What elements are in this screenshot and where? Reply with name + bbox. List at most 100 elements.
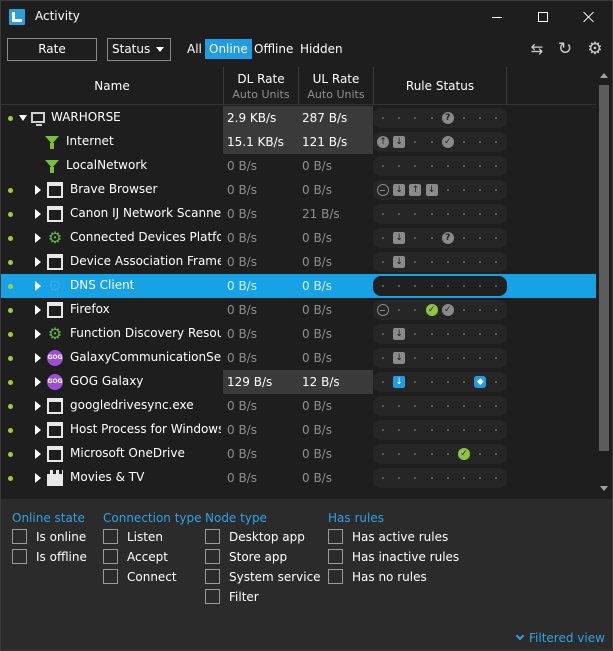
rule-status-cell[interactable]: ✓ xyxy=(373,444,507,464)
table-row[interactable]: GOG GalaxyCommunicationServic 0 B/s 0 B/s ↓ xyxy=(1,346,596,370)
expand-closed-icon[interactable] xyxy=(35,377,41,387)
dl-rate-cell: 129 B/s xyxy=(223,370,298,394)
table-row[interactable]: GOG GOG Galaxy 129 B/s 12 B/s ↓ ◆ xyxy=(1,370,596,394)
rule-status-cell[interactable] xyxy=(373,156,507,176)
expand-closed-icon[interactable] xyxy=(35,329,41,339)
table-row[interactable]: WARHORSE 2.9 KB/s 287 B/s? xyxy=(1,106,596,130)
rule-status-cell[interactable] xyxy=(373,276,507,296)
online-status-dot xyxy=(8,308,13,313)
filter-checkbox-listen[interactable]: Listen xyxy=(103,529,202,547)
filter-checkbox-is-offline[interactable]: Is offline xyxy=(12,549,87,567)
rule-status-slot xyxy=(425,158,439,174)
table-row[interactable]: Firefox 0 B/s 0 B/s ✓ ✓ xyxy=(1,298,596,322)
table-row[interactable]: Host Process for Windows S 0 B/s 0 B/s xyxy=(1,418,596,442)
rule-status-cell[interactable]: ✓ ✓ xyxy=(373,300,507,320)
rule-status-cell[interactable]: ↓? xyxy=(373,228,507,248)
checkbox[interactable] xyxy=(103,569,118,584)
checkbox[interactable] xyxy=(328,569,343,584)
table-row[interactable]: Internet 15.1 KB/s 121 B/s ↑ ↓ ✓ xyxy=(1,130,596,154)
table-row[interactable]: Brave Browser 0 B/s 0 B/s ↓ ↑ ↓ xyxy=(1,178,596,202)
expand-closed-icon[interactable] xyxy=(35,473,41,483)
collapse-all-icon[interactable]: ⇆ xyxy=(527,39,547,59)
filter-checkbox-store-app[interactable]: Store app xyxy=(205,549,321,567)
rule-status-cell[interactable] xyxy=(373,204,507,224)
rule-status-slot xyxy=(441,158,455,174)
filter-checkbox-desktop-app[interactable]: Desktop app xyxy=(205,529,321,547)
rate-button[interactable]: Rate xyxy=(7,38,97,61)
expand-closed-icon[interactable] xyxy=(35,425,41,435)
rule-status-cell[interactable] xyxy=(373,420,507,440)
table-row[interactable]: ⚙ Connected Devices Platform 0 B/s 0 B/s ↓? xyxy=(1,226,596,250)
checkbox[interactable] xyxy=(205,529,220,544)
filter-tab-online[interactable]: Online xyxy=(205,39,252,59)
checkbox[interactable] xyxy=(205,549,220,564)
column-header-name[interactable]: Name xyxy=(1,67,223,105)
filter-checkbox-filter[interactable]: Filter xyxy=(205,589,321,607)
minimize-button[interactable] xyxy=(474,1,520,33)
table-row[interactable]: googledrivesync.exe 0 B/s 0 B/s xyxy=(1,394,596,418)
rule-status-cell[interactable]: ↓ xyxy=(373,324,507,344)
scroll-down-icon[interactable] xyxy=(600,486,608,491)
settings-gear-icon[interactable]: ⚙ xyxy=(585,39,605,59)
filter-checkbox-system-service[interactable]: System service xyxy=(205,569,321,587)
rule-status-cell[interactable]: ↓ xyxy=(373,348,507,368)
filter-checkbox-connect[interactable]: Connect xyxy=(103,569,202,587)
rule-status-cell[interactable] xyxy=(373,468,507,488)
rule-status-cell[interactable]: ↓ ◆ xyxy=(373,372,507,392)
checkbox[interactable] xyxy=(205,569,220,584)
expand-open-icon[interactable] xyxy=(19,115,27,121)
close-button[interactable] xyxy=(566,1,612,33)
expand-closed-icon[interactable] xyxy=(35,281,41,291)
column-header-dl-rate[interactable]: DL Rate Auto Units xyxy=(223,67,298,105)
expand-closed-icon[interactable] xyxy=(35,185,41,195)
expand-closed-icon[interactable] xyxy=(35,449,41,459)
expand-closed-icon[interactable] xyxy=(35,353,41,363)
expand-closed-icon[interactable] xyxy=(35,401,41,411)
checkbox[interactable] xyxy=(205,589,220,604)
filter-checkbox-has-active-rules[interactable]: Has active rules xyxy=(328,529,459,547)
expand-closed-icon[interactable] xyxy=(35,305,41,315)
filter-tab-offline[interactable]: Offline xyxy=(250,39,297,59)
filtered-view-toggle[interactable]: Filtered view xyxy=(515,631,605,645)
scroll-up-icon[interactable] xyxy=(600,73,608,78)
filter-checkbox-accept[interactable]: Accept xyxy=(103,549,202,567)
status-dropdown[interactable]: Status xyxy=(107,38,171,61)
rule-status-cell[interactable]: ↑ ↓ ✓ xyxy=(373,132,507,152)
rule-status-cell[interactable] xyxy=(373,396,507,416)
checkbox[interactable] xyxy=(328,549,343,564)
table-row[interactable]: Movies & TV 0 B/s 0 B/s xyxy=(1,466,596,490)
title-bar: Activity xyxy=(1,1,612,33)
column-header-rule-status[interactable]: Rule Status xyxy=(373,67,507,105)
rule-status-cell[interactable]: ↓ xyxy=(373,252,507,272)
expand-closed-icon[interactable] xyxy=(35,209,41,219)
vertical-scrollbar[interactable] xyxy=(596,67,612,498)
rule-status-cell[interactable]: ↓ ↑ ↓ xyxy=(373,180,507,200)
table-row[interactable]: Device Association Framewo 0 B/s 0 B/s ↓ xyxy=(1,250,596,274)
refresh-icon[interactable]: ↻ xyxy=(555,39,575,59)
table-row[interactable]: Canon IJ Network Scanner S 0 B/s 21 B/s xyxy=(1,202,596,226)
expand-closed-icon[interactable] xyxy=(35,233,41,243)
filter-checkbox-has-inactive-rules[interactable]: Has inactive rules xyxy=(328,549,459,567)
maximize-button[interactable] xyxy=(520,1,566,33)
table-row[interactable]: LocalNetwork 0 B/s 0 B/s xyxy=(1,154,596,178)
table-row[interactable]: ⚙ Function Discovery Resourc 0 B/s 0 B/s ↓ xyxy=(1,322,596,346)
expand-closed-icon[interactable] xyxy=(35,257,41,267)
table-row[interactable]: Microsoft OneDrive 0 B/s 0 B/s ✓ xyxy=(1,442,596,466)
empty-slot-dot xyxy=(430,213,433,215)
filter-checkbox-has-no-rules[interactable]: Has no rules xyxy=(328,569,459,587)
filter-checkbox-is-online[interactable]: Is online xyxy=(12,529,87,547)
checkbox[interactable] xyxy=(103,549,118,564)
unknown-rule-icon: ? xyxy=(441,112,454,124)
filter-tab-all[interactable]: All xyxy=(183,39,206,59)
checkbox[interactable] xyxy=(103,529,118,544)
rule-status-cell[interactable]: ? xyxy=(373,108,507,128)
checkbox[interactable] xyxy=(12,549,27,564)
column-header-ul-rate[interactable]: UL Rate Auto Units xyxy=(298,67,373,105)
checkbox[interactable] xyxy=(328,529,343,544)
ul-rate-cell: 0 B/s xyxy=(302,351,332,365)
scrollbar-thumb[interactable] xyxy=(599,85,609,451)
table-row[interactable]: ⚙ DNS Client 0 B/s 0 B/s xyxy=(1,274,596,298)
empty-slot-dot xyxy=(414,357,417,359)
filter-tab-hidden[interactable]: Hidden xyxy=(296,39,347,59)
checkbox[interactable] xyxy=(12,529,27,544)
